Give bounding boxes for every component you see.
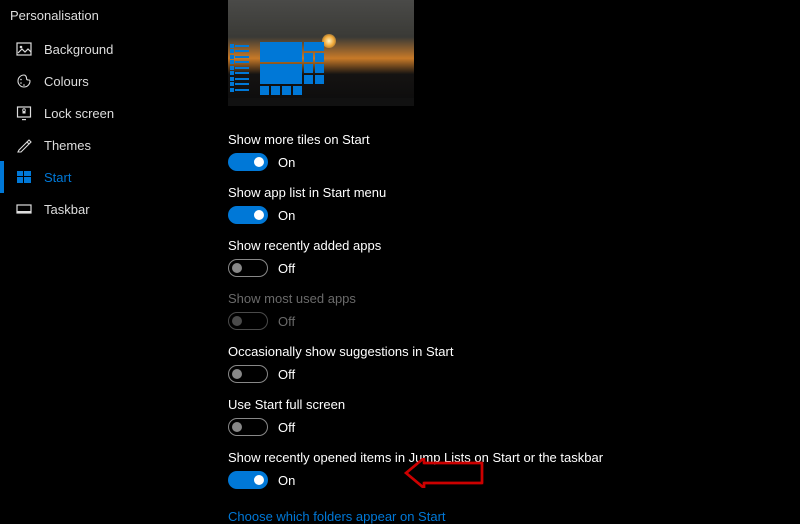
sidebar-item-taskbar[interactable]: Taskbar [0,193,200,225]
choose-folders-link[interactable]: Choose which folders appear on Start [228,509,446,524]
palette-icon [16,73,32,89]
toggle-state: Off [278,367,295,382]
sidebar: Personalisation Background Colours Lock … [0,0,200,225]
start-icon [16,169,32,185]
setting-more-tiles: Show more tiles on Start On [228,132,788,171]
setting-label: Show recently opened items in Jump Lists… [228,450,788,465]
toggle-state: Off [278,314,295,329]
sidebar-item-themes[interactable]: Themes [0,129,200,161]
sidebar-item-colours[interactable]: Colours [0,65,200,97]
sidebar-item-label: Taskbar [44,202,90,217]
sidebar-item-label: Themes [44,138,91,153]
themes-icon [16,137,32,153]
sidebar-item-label: Start [44,170,71,185]
setting-label: Occasionally show suggestions in Start [228,344,788,359]
image-icon [16,41,32,57]
setting-label: Show app list in Start menu [228,185,788,200]
sidebar-title: Personalisation [0,0,200,33]
setting-most-used: Show most used apps Off [228,291,788,330]
toggle-state: Off [278,261,295,276]
sidebar-item-start[interactable]: Start [0,161,200,193]
sidebar-item-label: Colours [44,74,89,89]
setting-jump-lists: Show recently opened items in Jump Lists… [228,450,788,489]
sidebar-item-lock-screen[interactable]: Lock screen [0,97,200,129]
setting-label: Use Start full screen [228,397,788,412]
sidebar-item-background[interactable]: Background [0,33,200,65]
toggle-state: On [278,155,295,170]
toggle-state: Off [278,420,295,435]
lock-screen-icon [16,105,32,121]
toggle-jump-lists[interactable] [228,471,268,489]
setting-label: Show recently added apps [228,238,788,253]
toggle-suggestions[interactable] [228,365,268,383]
sidebar-item-label: Lock screen [44,106,114,121]
toggle-app-list[interactable] [228,206,268,224]
toggle-full-screen[interactable] [228,418,268,436]
setting-suggestions: Occasionally show suggestions in Start O… [228,344,788,383]
setting-recent-apps: Show recently added apps Off [228,238,788,277]
toggle-recent-apps[interactable] [228,259,268,277]
start-preview: Aa [228,0,414,106]
setting-full-screen: Use Start full screen Off [228,397,788,436]
sidebar-item-label: Background [44,42,113,57]
setting-app-list: Show app list in Start menu On [228,185,788,224]
toggle-more-tiles[interactable] [228,153,268,171]
taskbar-icon [16,201,32,217]
toggle-state: On [278,208,295,223]
toggle-state: On [278,473,295,488]
main-content: Aa Show more tiles on Start On [228,0,788,524]
toggle-most-used [228,312,268,330]
setting-label: Show most used apps [228,291,788,306]
setting-label: Show more tiles on Start [228,132,788,147]
